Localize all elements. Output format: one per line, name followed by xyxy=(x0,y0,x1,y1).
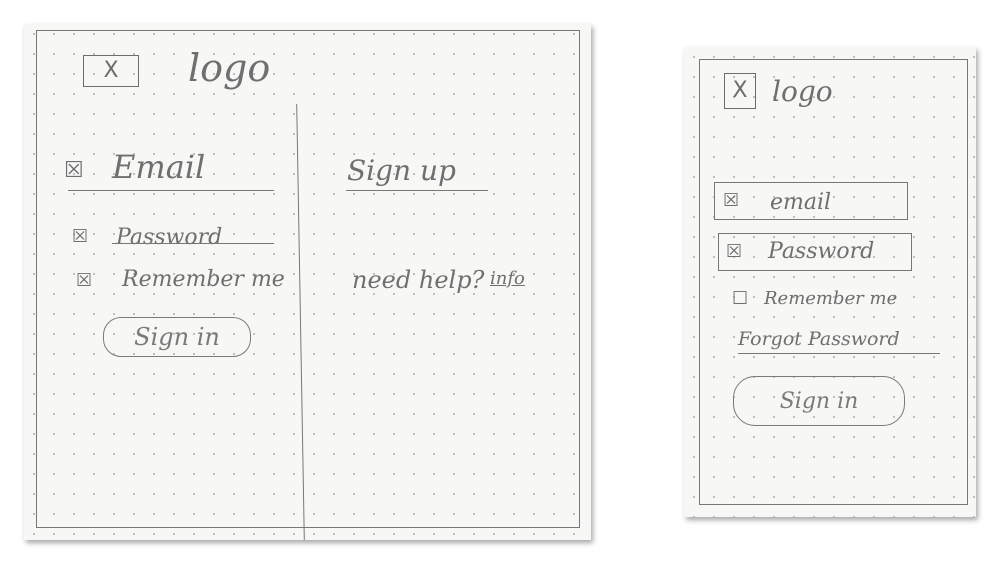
desktop-sign-up-underline xyxy=(346,190,488,191)
mobile-email-checkbox-icon: ☒ xyxy=(723,190,740,211)
desktop-remember-checkbox-icon[interactable]: ☒ xyxy=(76,270,92,291)
mobile-forgot-password-underline xyxy=(738,353,940,354)
mobile-password-checkbox-icon: ☒ xyxy=(726,241,743,262)
mobile-remember-label: Remember me xyxy=(764,288,898,309)
desktop-sign-in-button[interactable]: Sign in xyxy=(103,317,251,357)
desktop-help-info-link[interactable]: info xyxy=(490,268,525,289)
mobile-password-label: Password xyxy=(768,239,875,264)
mobile-logo-text: logo xyxy=(772,75,833,108)
desktop-need-help-text: need help? xyxy=(352,266,485,294)
desktop-sketch-sheet: X logo ☒ Email ☒ Password ☒ Remember me … xyxy=(24,24,591,540)
mobile-sketch-sheet: X logo ☒ email ☒ Password ☐ Remember me … xyxy=(684,47,976,517)
mobile-forgot-password-link[interactable]: Forgot Password xyxy=(738,328,900,350)
mobile-sign-in-button[interactable]: Sign in xyxy=(733,376,905,426)
desktop-logo-text: logo xyxy=(188,46,271,90)
mobile-frame xyxy=(699,59,968,505)
desktop-email-label: Email xyxy=(112,148,206,186)
desktop-password-checkbox-icon[interactable]: ☒ xyxy=(72,226,88,247)
desktop-remember-label: Remember me xyxy=(122,267,285,292)
desktop-logo-image-placeholder: X xyxy=(83,55,139,87)
desktop-email-checkbox-icon[interactable]: ☒ xyxy=(64,158,84,183)
desktop-password-label: Password xyxy=(116,225,223,250)
mobile-email-label: email xyxy=(770,190,832,215)
desktop-email-field-underline[interactable] xyxy=(68,190,274,191)
desktop-password-field-underline[interactable] xyxy=(112,243,274,244)
mobile-remember-checkbox-icon[interactable]: ☐ xyxy=(732,288,748,309)
mobile-logo-image-placeholder: X xyxy=(724,73,756,109)
desktop-sign-up-link[interactable]: Sign up xyxy=(347,154,456,187)
